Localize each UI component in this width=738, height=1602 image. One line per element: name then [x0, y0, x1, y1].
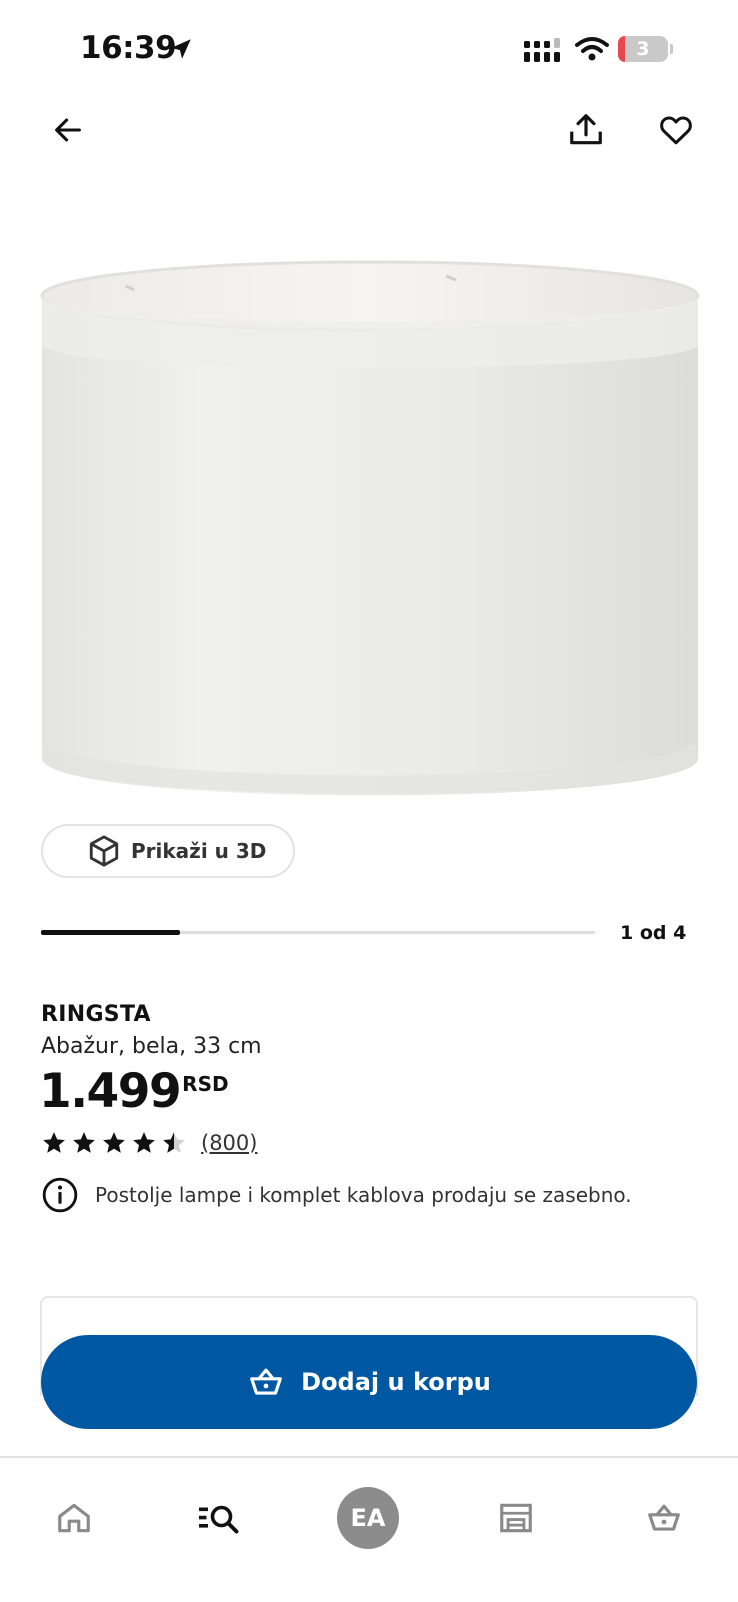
info-text: Postolje lampe i komplet kablova prodaju…: [95, 1183, 632, 1207]
cube-3d-icon: [89, 835, 119, 867]
rating-stars: [41, 1130, 187, 1156]
star-icon: [73, 1132, 95, 1153]
share-button[interactable]: [556, 100, 616, 160]
nav-home[interactable]: [24, 1458, 124, 1548]
status-bar: 16:39 3: [0, 0, 738, 100]
product-price: 1.499 RSD: [39, 1064, 229, 1120]
view-3d-button[interactable]: Prikaži u 3D: [41, 824, 295, 878]
cellular-signal-icon: [524, 38, 560, 62]
back-button[interactable]: [38, 100, 98, 160]
product-description: Abažur, bela, 33 cm: [41, 1034, 262, 1059]
star-icon: [103, 1132, 125, 1153]
gallery-counter: 1 od 4: [620, 922, 687, 944]
nav-profile[interactable]: EA: [318, 1458, 418, 1549]
info-icon: [42, 1177, 78, 1213]
review-count-link[interactable]: (800): [201, 1131, 257, 1155]
cart-icon: [648, 1504, 680, 1531]
arrow-left-icon: [55, 118, 81, 142]
basket-icon: [250, 1368, 282, 1395]
add-to-cart-button[interactable]: Dodaj u korpu: [41, 1335, 697, 1429]
stores-icon: [500, 1503, 532, 1533]
battery-level: 3: [636, 38, 650, 60]
heart-icon: [660, 116, 692, 145]
price-value: 1.499: [39, 1064, 182, 1119]
nav-stores[interactable]: [466, 1458, 566, 1548]
wifi-icon: [575, 37, 609, 61]
avatar: EA: [337, 1487, 399, 1549]
product-image[interactable]: [36, 248, 704, 848]
share-icon: [570, 114, 602, 145]
price-currency: RSD: [182, 1072, 229, 1096]
status-time: 16:39: [80, 30, 177, 66]
battery-icon: 3: [618, 36, 668, 62]
product-rating[interactable]: (800): [41, 1130, 257, 1156]
bottom-nav: EA: [0, 1456, 738, 1602]
nav-cart[interactable]: [614, 1458, 714, 1548]
add-to-cart-label: Dodaj u korpu: [301, 1368, 491, 1396]
search-icon: [199, 1505, 239, 1534]
location-arrow-icon: [171, 39, 191, 59]
gallery-progress-fill: [41, 930, 180, 935]
info-note: Postolje lampe i komplet kablova prodaju…: [41, 1176, 632, 1214]
favorite-button[interactable]: [646, 100, 706, 160]
battery-tip: [670, 44, 673, 54]
product-name: RINGSTA: [41, 1002, 151, 1027]
nav-search[interactable]: [170, 1458, 270, 1548]
star-icon: [43, 1132, 65, 1153]
star-icon: [133, 1132, 155, 1153]
view-3d-label: Prikaži u 3D: [131, 839, 267, 863]
star-icon: [163, 1132, 185, 1153]
home-icon: [58, 1503, 90, 1533]
